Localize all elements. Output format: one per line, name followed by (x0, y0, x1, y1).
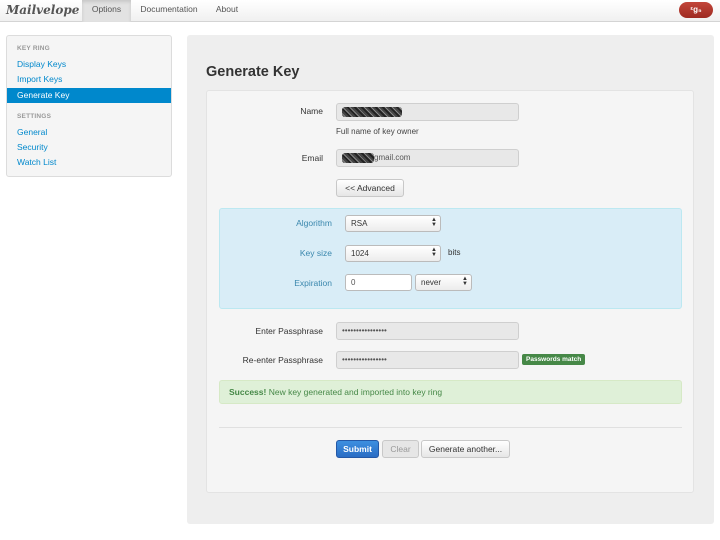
expiration-unit-selected: never (421, 278, 442, 287)
repassphrase-value: •••••••••••••••• (342, 355, 387, 364)
select-arrows-icon: ▲ ▼ (431, 247, 437, 258)
email-domain: gmail.com (374, 153, 411, 162)
clear-label: Clear (390, 444, 411, 454)
success-message: New key generated and imported into key … (266, 387, 443, 397)
clear-button[interactable]: Clear (382, 440, 419, 458)
main-panel: Generate Key Name Full name of key owner… (187, 35, 714, 524)
expiration-input[interactable]: 0 (345, 274, 412, 291)
passphrase-input[interactable]: •••••••••••••••• (336, 322, 519, 340)
brand-logo: Mailvelope (6, 3, 80, 17)
sidebar-item-security[interactable]: Security (7, 140, 171, 155)
nav-tab-label: Documentation (140, 4, 198, 14)
algorithm-label: Algorithm (296, 218, 332, 228)
advanced-toggle-button[interactable]: << Advanced (336, 179, 404, 197)
name-help-text: Full name of key owner (336, 127, 419, 136)
passphrase-value: •••••••••••••••• (342, 326, 387, 335)
nav-tab-label: Options (91, 4, 122, 14)
page-title: Generate Key (206, 64, 300, 80)
algorithm-selected: RSA (351, 219, 368, 228)
advanced-settings-panel: Algorithm RSA ▲ ▼ Key size 1024 ▲ ▼ bits E… (219, 208, 682, 309)
repassphrase-input[interactable]: •••••••••••••••• (336, 351, 519, 369)
passphrase-label: Enter Passphrase (255, 326, 323, 336)
nav-tab-label: About (215, 4, 239, 14)
passwords-match-badge: Passwords match (522, 354, 586, 365)
sidebar-item-import-keys[interactable]: Import Keys (7, 72, 171, 87)
success-alert: Success! New key generated and imported … (219, 380, 682, 404)
algorithm-select[interactable]: RSA ▲ ▼ (345, 215, 441, 232)
submit-button[interactable]: Submit (336, 440, 379, 458)
expiration-unit-select[interactable]: never ▲ ▼ (415, 274, 472, 291)
submit-label: Submit (343, 444, 372, 454)
sidebar-header-keyring: KEY RING (17, 45, 50, 52)
name-input[interactable] (336, 103, 519, 121)
nav-tab-documentation[interactable]: Documentation (134, 0, 204, 22)
sidebar-item-generate-key[interactable]: Generate Key (7, 88, 171, 103)
repassphrase-label: Re-enter Passphrase (242, 355, 323, 365)
user-badge-text: ᵋɡ₅ (690, 5, 702, 14)
expiration-label: Expiration (294, 278, 332, 288)
select-arrows-icon: ▲ ▼ (431, 217, 437, 228)
keysize-selected: 1024 (351, 249, 369, 258)
nav-tab-about[interactable]: About (208, 0, 246, 22)
generate-another-button[interactable]: Generate another... (421, 440, 510, 458)
select-arrows-icon: ▲ ▼ (462, 276, 468, 287)
keysize-select[interactable]: 1024 ▲ ▼ (345, 245, 441, 262)
expiration-value: 0 (351, 278, 356, 287)
sidebar: KEY RING Display Keys Import Keys Genera… (6, 35, 172, 177)
redacted-name (342, 106, 402, 117)
nav-tab-options[interactable]: Options (82, 0, 131, 22)
success-strong-text: Success! (229, 387, 267, 397)
sidebar-item-display-keys[interactable]: Display Keys (7, 57, 171, 72)
keysize-label: Key size (299, 248, 332, 258)
generate-key-form: Name Full name of key owner Email gmail.… (206, 90, 694, 493)
name-label: Name (300, 106, 323, 116)
email-label: Email (301, 153, 323, 163)
sidebar-header-settings: SETTINGS (17, 113, 52, 120)
sidebar-item-general[interactable]: General (7, 125, 171, 140)
advanced-toggle-label: << Advanced (345, 183, 395, 193)
form-divider (219, 427, 682, 428)
keysize-unit: bits (448, 248, 461, 257)
generate-another-label: Generate another... (428, 444, 503, 454)
email-input[interactable]: gmail.com (336, 149, 519, 167)
sidebar-item-watch-list[interactable]: Watch List (7, 155, 171, 170)
top-navbar: Mailvelope Options Documentation About ᵋ… (0, 0, 720, 22)
redacted-email-user (342, 152, 374, 163)
user-menu-button[interactable]: ᵋɡ₅ (679, 2, 713, 18)
